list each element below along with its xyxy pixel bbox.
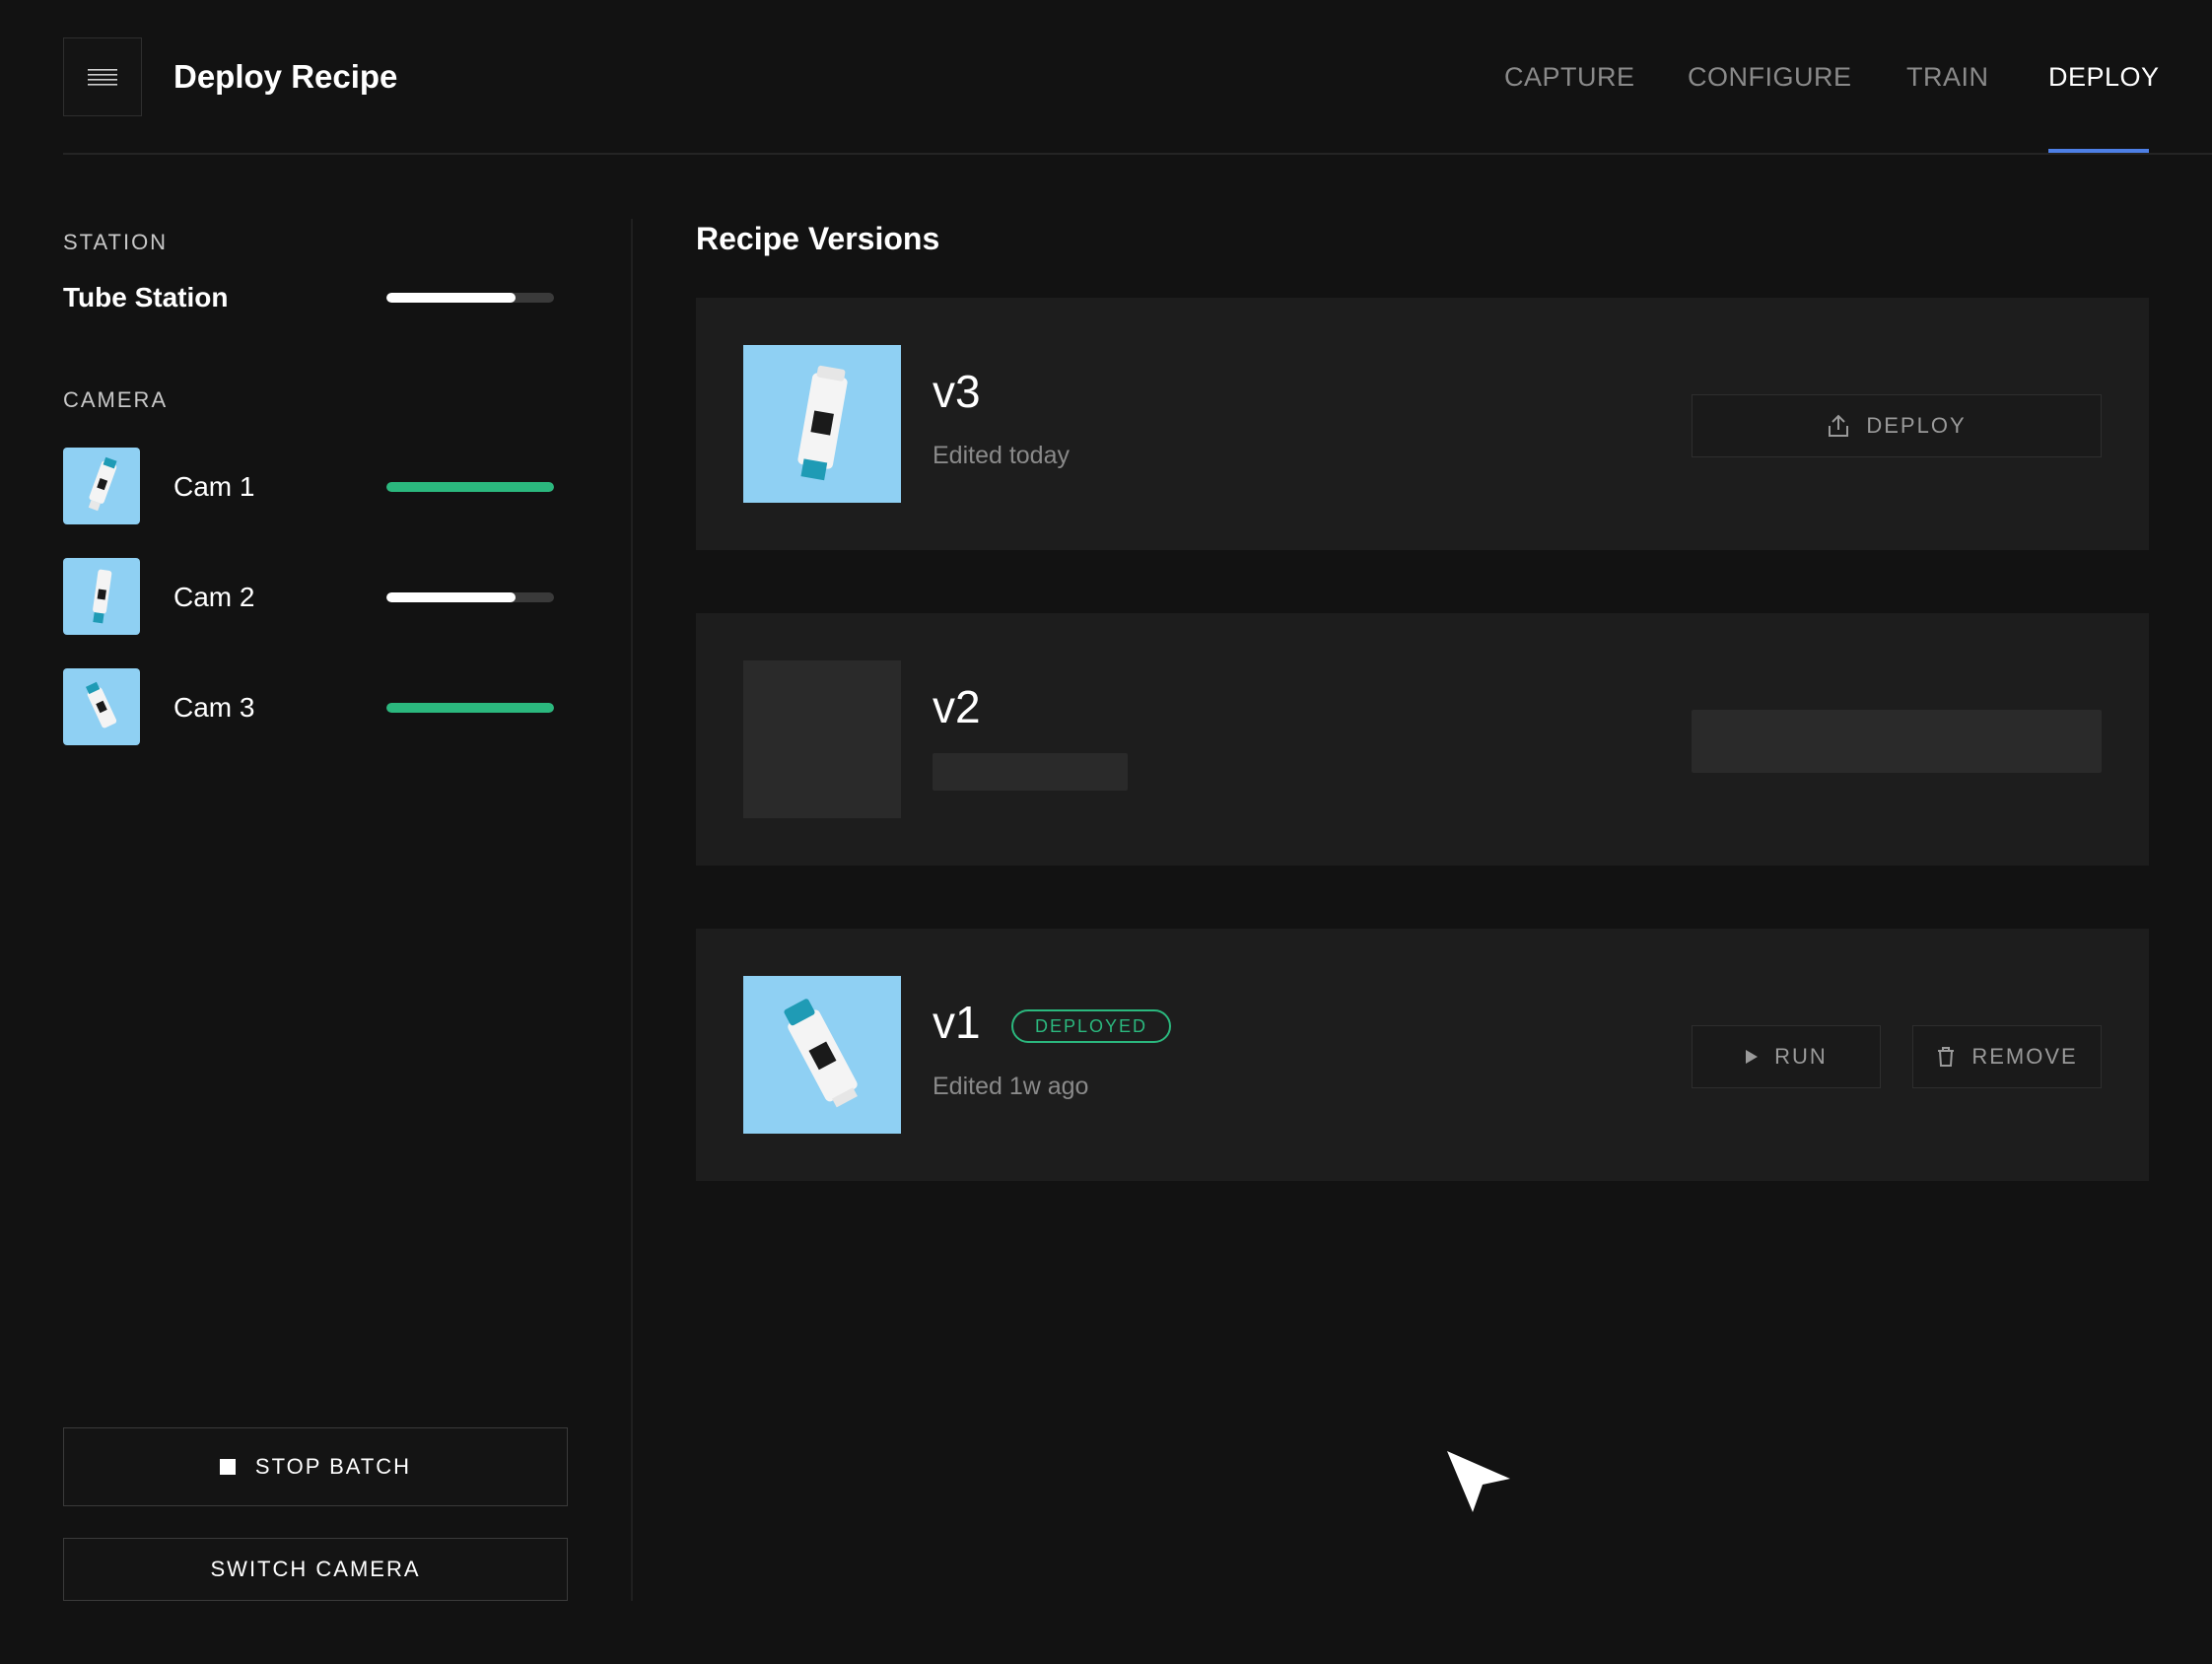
cam-1-status-fill (386, 482, 554, 492)
switch-camera-label: SWITCH CAMERA (210, 1557, 421, 1581)
edited-timestamp: Edited today (933, 442, 1070, 469)
cam-3-label[interactable]: Cam 3 (173, 690, 254, 726)
version-label: v2 (933, 681, 981, 732)
tab-configure[interactable]: CONFIGURE (1688, 55, 1852, 99)
page-title: Deploy Recipe (173, 58, 398, 95)
tab-train[interactable]: TRAIN (1906, 55, 1989, 99)
cam-2-status-fill (386, 592, 516, 602)
tube-image (784, 999, 858, 1108)
cam-3-status-fill (386, 703, 554, 713)
play-icon (1746, 1050, 1759, 1064)
remove-button[interactable]: REMOVE (1912, 1025, 2102, 1088)
v1-thumbnail (743, 976, 901, 1134)
recipe-versions-title: Recipe Versions (696, 221, 940, 256)
version-label: v1 (933, 997, 981, 1048)
edited-skeleton (933, 753, 1128, 791)
tube-image (93, 569, 112, 624)
version-card-v2: v2 (696, 613, 2149, 866)
stop-batch-label: STOP BATCH (254, 1454, 412, 1479)
version-card-v1: v1 DEPLOYED Edited 1w ago RUN REMOVE (696, 929, 2149, 1181)
action-skeleton (1692, 710, 2102, 773)
switch-camera-button[interactable]: SWITCH CAMERA (63, 1538, 568, 1601)
deployed-badge: DEPLOYED (1011, 1009, 1172, 1043)
version-label: v3 (933, 366, 981, 417)
tab-capture[interactable]: CAPTURE (1504, 55, 1635, 99)
station-progress-fill (386, 293, 516, 303)
deploy-button-label: DEPLOY (1866, 413, 1967, 438)
run-button[interactable]: RUN (1692, 1025, 1881, 1088)
cam-2-thumbnail[interactable] (63, 558, 140, 635)
run-button-label: RUN (1774, 1044, 1828, 1069)
app-root: Deploy Recipe CAPTURE CONFIGURE TRAIN DE… (0, 0, 2212, 1664)
station-name: Tube Station (63, 282, 229, 312)
station-progress-bar (386, 293, 554, 303)
camera-label: CAMERA (63, 387, 169, 412)
cam-3-status-bar (386, 703, 554, 713)
remove-button-label: REMOVE (1971, 1044, 2078, 1069)
hamburger-icon (88, 69, 117, 86)
cam-2-status-bar (386, 592, 554, 602)
cam-1-thumbnail[interactable] (63, 448, 140, 524)
tube-image (88, 456, 117, 512)
tube-image (797, 365, 848, 481)
cam-3-thumbnail[interactable] (63, 668, 140, 745)
stop-batch-button[interactable]: STOP BATCH (63, 1427, 568, 1506)
stop-icon (219, 1459, 236, 1475)
trash-icon (1938, 1047, 1955, 1067)
v2-thumbnail-placeholder (743, 660, 901, 818)
cam-1-label[interactable]: Cam 1 (173, 469, 254, 505)
tab-deploy[interactable]: DEPLOY (2048, 55, 2160, 99)
station-label: STATION (63, 230, 169, 254)
tube-image (85, 681, 117, 728)
edited-timestamp: Edited 1w ago (933, 1073, 1089, 1100)
sidebar-divider (631, 219, 633, 1601)
header-divider (63, 153, 2212, 155)
upload-icon (1829, 414, 1849, 437)
cam-1-status-bar (386, 482, 554, 492)
version-card-v3: v3 Edited today DEPLOY (696, 298, 2149, 550)
cam-2-label[interactable]: Cam 2 (173, 580, 254, 615)
menu-button[interactable] (63, 37, 142, 116)
mouse-cursor-icon (1447, 1451, 1510, 1512)
v3-thumbnail (743, 345, 901, 503)
deploy-button[interactable]: DEPLOY (1692, 394, 2102, 457)
